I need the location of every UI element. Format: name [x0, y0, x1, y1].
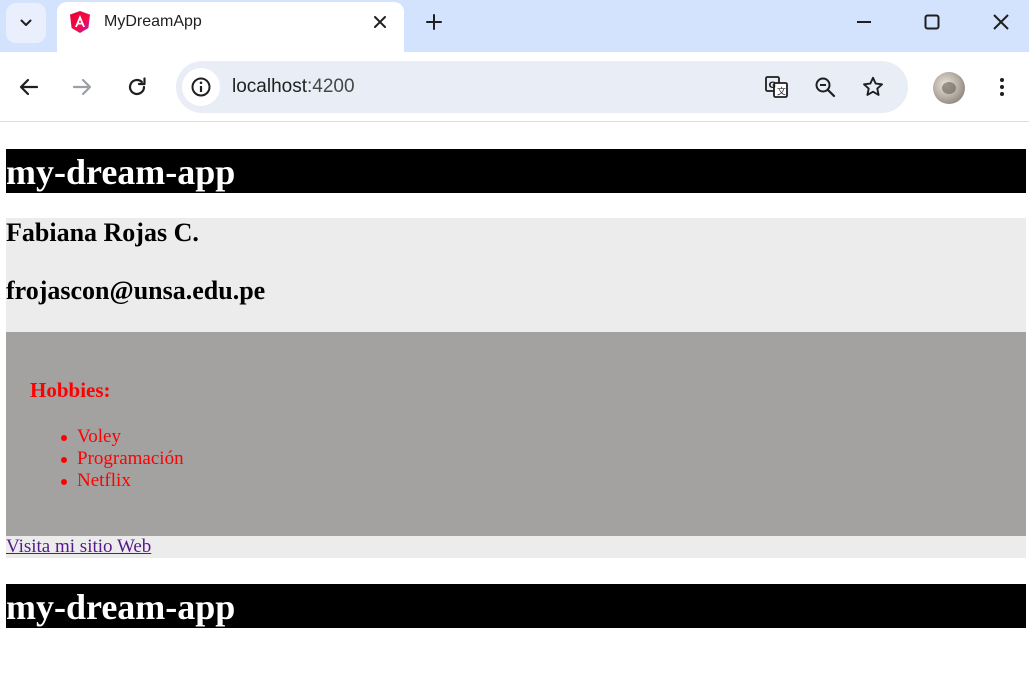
hobbies-list: Voley Programación Netflix: [61, 426, 184, 492]
website-link[interactable]: Visita mi sitio Web: [6, 536, 151, 557]
address-bar[interactable]: localhost:4200 G 文: [176, 61, 908, 113]
arrow-right-icon: [72, 78, 92, 96]
zoom-out-icon: [815, 77, 836, 98]
maximize-icon: [924, 14, 940, 30]
hobbies-section: Hobbies: Voley Programación Netflix: [6, 332, 1026, 536]
app-title-banner-bottom: my-dream-app: [6, 584, 1026, 628]
app-title-banner: my-dream-app: [6, 149, 1026, 193]
maximize-button[interactable]: [918, 8, 946, 36]
profile-avatar[interactable]: [933, 72, 965, 104]
url-text[interactable]: localhost:4200: [232, 76, 355, 98]
active-tab[interactable]: MyDreamApp: [57, 2, 404, 52]
website-link-row: Visita mi sitio Web: [6, 536, 1026, 558]
star-icon: [863, 76, 883, 96]
browser-toolbar: localhost:4200 G 文: [0, 52, 1029, 122]
page-content: my-dream-app Fabiana Rojas C. frojascon@…: [0, 123, 1029, 691]
new-tab-plus-icon[interactable]: [422, 10, 446, 34]
minimize-button[interactable]: [850, 8, 878, 36]
angular-logo-icon: [70, 11, 90, 33]
tab-title: MyDreamApp: [104, 13, 202, 30]
list-item: Voley: [61, 426, 184, 448]
hobbies-title: Hobbies:: [30, 378, 111, 402]
url-host: localhost: [232, 76, 307, 97]
close-icon[interactable]: [370, 12, 390, 32]
bookmark-button[interactable]: [860, 74, 886, 100]
back-button[interactable]: [15, 73, 43, 101]
url-port: :4200: [307, 76, 355, 97]
close-icon: [993, 14, 1009, 30]
list-item: Programación: [61, 448, 184, 469]
browser-menu-button[interactable]: [990, 73, 1014, 101]
profile-name: Fabiana Rojas C.: [6, 218, 199, 247]
list-item: Netflix: [61, 470, 184, 492]
tab-strip: MyDreamApp: [0, 0, 1029, 52]
profile-card: Fabiana Rojas C. frojascon@unsa.edu.pe: [6, 218, 1026, 332]
svg-text:G: G: [769, 81, 776, 91]
minimize-icon: [857, 21, 871, 23]
reload-icon: [128, 77, 146, 96]
forward-button[interactable]: [68, 73, 96, 101]
tab-search-button[interactable]: [6, 3, 46, 43]
more-vertical-icon: [1000, 78, 1004, 96]
translate-icon: G 文: [765, 76, 788, 98]
translate-button[interactable]: G 文: [764, 74, 790, 100]
reload-button[interactable]: [123, 73, 151, 101]
info-icon: [191, 77, 211, 97]
window-close-button[interactable]: [987, 8, 1015, 36]
svg-text:文: 文: [777, 86, 786, 98]
site-info-button[interactable]: [182, 68, 220, 106]
profile-email: frojascon@unsa.edu.pe: [6, 276, 266, 305]
arrow-left-icon: [19, 78, 39, 96]
chevron-down-icon: [20, 19, 32, 26]
zoom-button[interactable]: [812, 74, 838, 100]
